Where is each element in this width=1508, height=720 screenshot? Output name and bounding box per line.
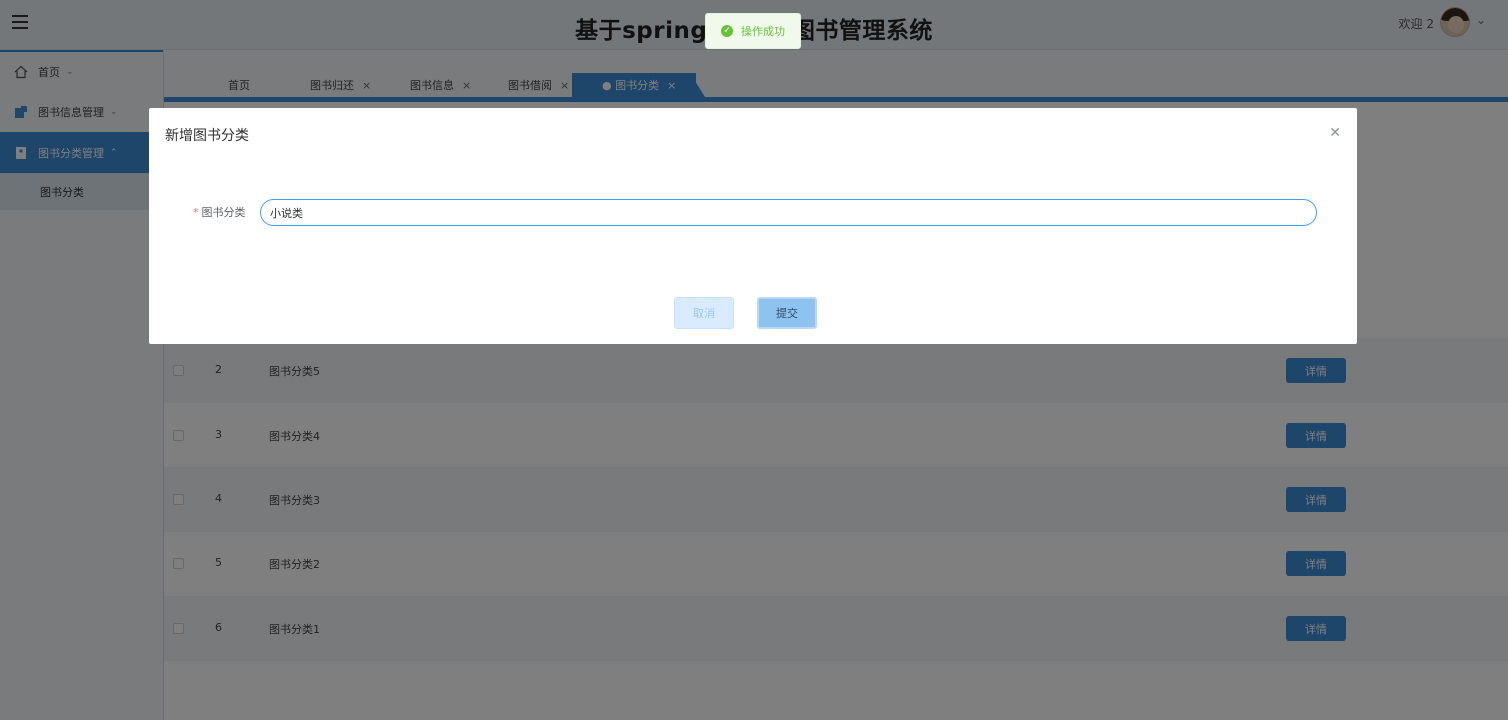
required-mark: * [193, 206, 199, 219]
toast-message: 操作成功 [741, 25, 785, 38]
cancel-button[interactable]: 取消 [674, 297, 734, 329]
field-label-text: 图书分类 [201, 206, 246, 219]
add-category-dialog: 新增图书分类 ✕ *图书分类 取消 提交 [149, 108, 1357, 344]
close-icon[interactable]: ✕ [1329, 125, 1341, 141]
dialog-title: 新增图书分类 [165, 128, 249, 144]
category-name-input[interactable] [260, 199, 1317, 226]
check-circle-icon: ✓ [721, 25, 733, 37]
category-field-label: * 图书分类 [193, 204, 246, 220]
submit-button[interactable]: 提交 [757, 297, 817, 329]
success-toast: ✓ 操作成功 [705, 13, 801, 49]
